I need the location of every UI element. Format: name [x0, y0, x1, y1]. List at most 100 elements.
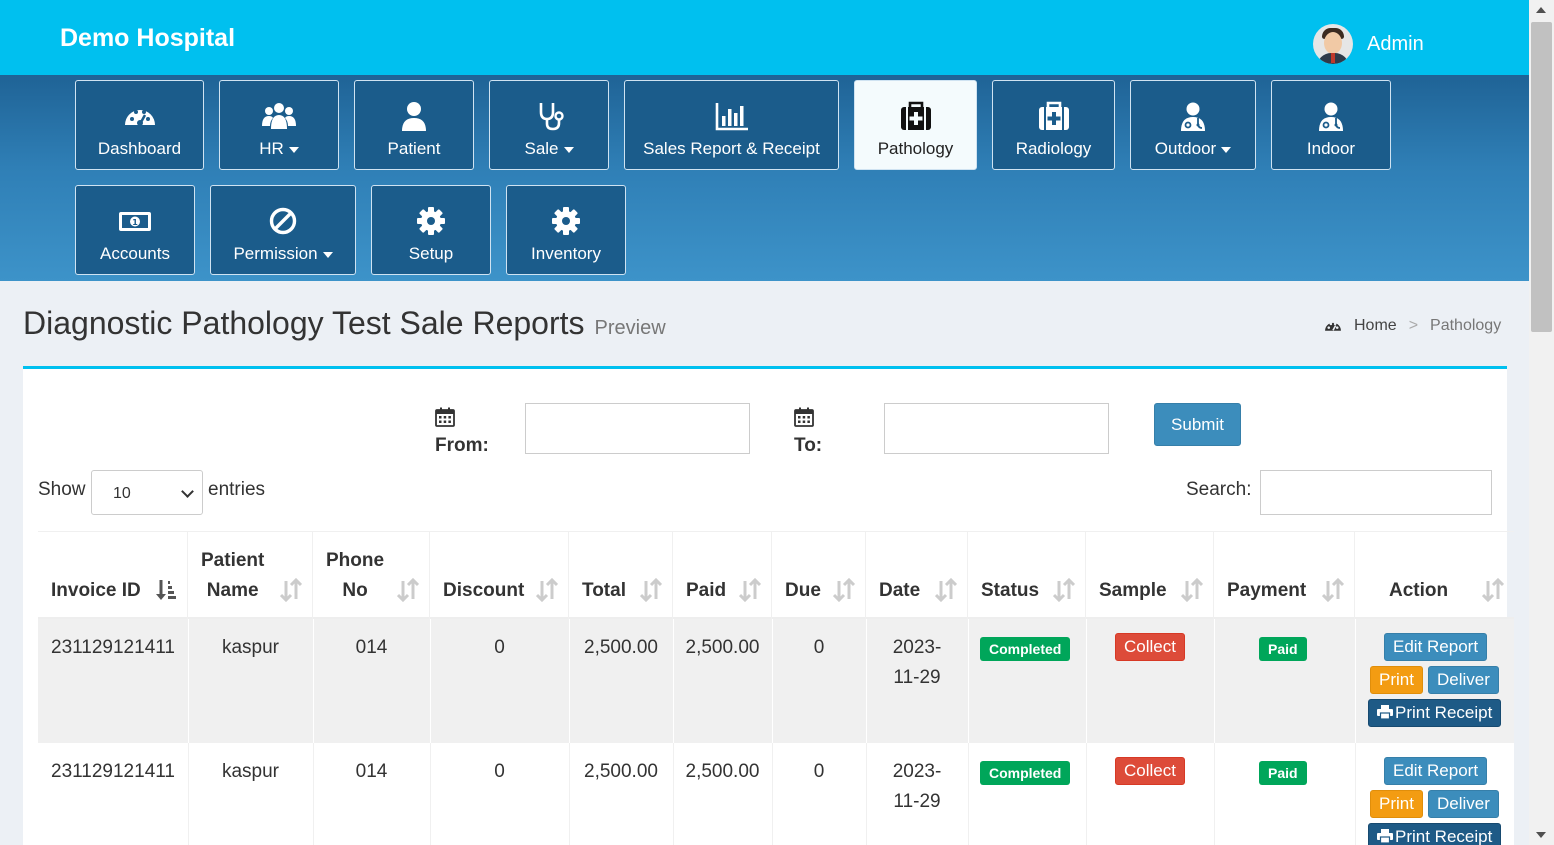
sort-icon	[640, 578, 662, 602]
col-total[interactable]: Total	[569, 532, 673, 620]
sort-icon	[739, 578, 761, 602]
nav-outdoor-label: Outdoor	[1155, 139, 1232, 159]
cell-invoice-id: 231129121411	[51, 761, 175, 782]
col-date[interactable]: Date	[866, 532, 968, 620]
nav-inventory[interactable]: Inventory	[506, 185, 626, 275]
cell-paid: 2,500.00	[685, 637, 760, 658]
col-sample[interactable]: Sample	[1086, 532, 1214, 620]
breadcrumb: Home > Pathology	[1324, 317, 1501, 335]
nav-sales-report-label: Sales Report & Receipt	[643, 139, 820, 158]
entries-label: entries	[208, 479, 266, 500]
page-size-select[interactable]: 10	[91, 470, 203, 515]
search-label: Search:	[1186, 479, 1252, 500]
col-payment[interactable]: Payment	[1214, 532, 1355, 620]
cell-due: 0	[813, 761, 825, 782]
print-receipt-button[interactable]: Print Receipt	[1368, 699, 1502, 727]
print-button[interactable]: Print	[1370, 666, 1423, 694]
status-badge: Completed	[980, 637, 1071, 661]
col-patient-name[interactable]: Patient Name	[188, 532, 313, 620]
sort-icon	[397, 578, 419, 602]
nav-indoor-label: Indoor	[1306, 139, 1356, 158]
main-navigation: Dashboard HR Patient Sale Sales Report &…	[0, 75, 1529, 281]
edit-report-button[interactable]: Edit Report	[1384, 633, 1488, 661]
calendar-icon	[794, 407, 814, 427]
col-action[interactable]: Action	[1355, 532, 1514, 620]
edit-report-button[interactable]: Edit Report	[1384, 757, 1488, 785]
user-name: Admin	[1367, 32, 1424, 55]
search-input[interactable]	[1260, 470, 1492, 515]
submit-button[interactable]: Submit	[1154, 403, 1241, 446]
medkit-icon	[900, 101, 931, 130]
sort-icon	[833, 578, 855, 602]
nav-indoor[interactable]: Indoor	[1271, 80, 1391, 170]
col-status[interactable]: Status	[968, 532, 1086, 620]
cell-date: 2023- 11-29	[892, 761, 942, 812]
scrollbar-thumb[interactable]	[1531, 22, 1552, 332]
nav-radiology[interactable]: Radiology	[992, 80, 1115, 170]
collect-sample-button[interactable]: Collect	[1115, 757, 1185, 785]
cell-phone: 014	[355, 637, 388, 658]
cell-paid: 2,500.00	[685, 761, 760, 782]
scroll-down-icon[interactable]	[1536, 832, 1546, 838]
col-due[interactable]: Due	[772, 532, 866, 620]
caret-down-icon	[288, 146, 299, 153]
sort-icon	[935, 578, 957, 602]
dashboard-icon	[1325, 322, 1341, 331]
nav-outdoor[interactable]: Outdoor	[1130, 80, 1256, 170]
breadcrumb-separator: >	[1408, 317, 1419, 334]
nav-pathology[interactable]: Pathology	[854, 80, 977, 170]
collect-sample-button[interactable]: Collect	[1115, 633, 1185, 661]
nav-pathology-label: Pathology	[877, 139, 954, 158]
page-title: Diagnostic Pathology Test Sale Reports Pr…	[23, 305, 666, 341]
print-button[interactable]: Print	[1370, 790, 1423, 818]
sort-icon	[280, 578, 302, 602]
sort-desc-icon	[156, 580, 176, 600]
breadcrumb-home[interactable]: Home	[1354, 317, 1397, 335]
status-badge: Completed	[980, 761, 1071, 785]
deliver-button[interactable]: Deliver	[1428, 666, 1499, 694]
to-date-input[interactable]	[884, 403, 1109, 454]
svg-text:1: 1	[132, 218, 138, 227]
doctor-icon	[1181, 102, 1205, 131]
table-row: 231129121411 kaspur 014 0 2,500.00 2,500…	[38, 619, 1514, 743]
nav-permission[interactable]: Permission	[210, 185, 356, 275]
nav-dashboard-label: Dashboard	[97, 139, 182, 158]
table-header: Invoice ID Patient Name Phone No Discount …	[38, 531, 1514, 620]
col-paid[interactable]: Paid	[673, 532, 772, 620]
nav-sale[interactable]: Sale	[489, 80, 609, 170]
ban-icon	[269, 207, 297, 235]
deliver-button[interactable]: Deliver	[1428, 790, 1499, 818]
print-receipt-button[interactable]: Print Receipt	[1368, 823, 1502, 845]
sort-icon	[1482, 578, 1504, 602]
hospital-icon	[1038, 101, 1069, 130]
from-date-input[interactable]	[525, 403, 750, 454]
brand-logo[interactable]: Demo Hospital	[60, 24, 235, 53]
nav-radiology-label: Radiology	[1015, 139, 1092, 158]
cell-total: 2,500.00	[584, 637, 658, 658]
sort-icon	[1322, 578, 1344, 602]
bar-chart-icon	[715, 103, 748, 131]
cell-phone: 014	[355, 761, 388, 782]
nav-sales-report[interactable]: Sales Report & Receipt	[624, 80, 839, 170]
cell-due: 0	[813, 637, 825, 658]
col-discount[interactable]: Discount	[430, 532, 569, 620]
user-icon	[402, 102, 426, 131]
payment-badge: Paid	[1259, 637, 1307, 661]
report-box: From: To: Submit Show 10 entries Search:…	[23, 366, 1514, 845]
nav-hr[interactable]: HR	[219, 80, 339, 170]
nav-accounts[interactable]: 1 Accounts	[75, 185, 195, 275]
nav-sale-label: Sale	[524, 139, 574, 159]
nav-patient[interactable]: Patient	[354, 80, 474, 170]
sort-icon	[536, 578, 558, 602]
vertical-scrollbar[interactable]	[1529, 0, 1554, 845]
nav-setup[interactable]: Setup	[371, 185, 491, 275]
cell-invoice-id: 231129121411	[51, 637, 175, 658]
chevron-down-icon	[181, 485, 194, 498]
sort-icon	[1053, 578, 1075, 602]
caret-down-icon	[322, 251, 333, 258]
scroll-up-icon[interactable]	[1536, 7, 1546, 13]
col-invoice-id[interactable]: Invoice ID	[38, 532, 188, 620]
col-phone-no[interactable]: Phone No	[313, 532, 430, 620]
nav-dashboard[interactable]: Dashboard	[75, 80, 204, 170]
user-menu[interactable]: Admin	[1313, 24, 1424, 64]
